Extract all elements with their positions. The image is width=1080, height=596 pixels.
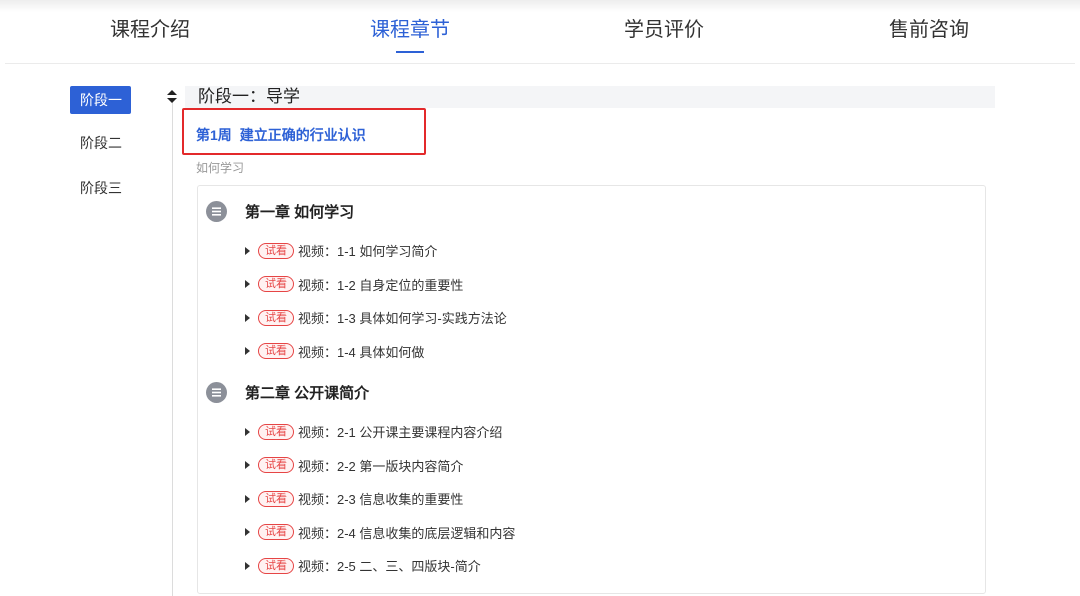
trial-badge: 试看 xyxy=(258,457,294,474)
lesson-label: 视频：1-4 具体如何做 xyxy=(298,344,425,360)
lesson-item-2-1[interactable]: 试看 视频：2-1 公开课主要课程内容介绍 xyxy=(198,415,985,449)
chapter-2: 第二章 公开课简介 试看 视频：2-1 公开课主要课程内容介绍 试看 视频：2-… xyxy=(198,379,985,583)
lesson-item-1-4[interactable]: 试看 视频：1-4 具体如何做 xyxy=(198,335,985,369)
caret-right-icon[interactable] xyxy=(245,461,250,470)
lesson-label: 视频：2-1 公开课主要课程内容介绍 xyxy=(298,425,503,441)
timeline-line xyxy=(172,101,173,596)
lesson-label: 视频：1-2 自身定位的重要性 xyxy=(298,277,464,293)
caret-right-icon[interactable] xyxy=(245,347,250,356)
lesson-item-1-2[interactable]: 试看 视频：1-2 自身定位的重要性 xyxy=(198,268,985,302)
lesson-list: 试看 视频：1-1 如何学习简介 试看 视频：1-2 自身定位的重要性 试看 视… xyxy=(198,234,985,368)
lesson-label: 视频：2-2 第一版块内容简介 xyxy=(298,458,464,474)
lesson-label: 视频：2-5 二、三、四版块-简介 xyxy=(298,559,481,575)
course-tabs: 课程介绍 课程章节 学员评价 售前咨询 xyxy=(0,0,1080,63)
stage-header[interactable] xyxy=(185,86,995,108)
trial-badge: 试看 xyxy=(258,423,294,440)
list-icon xyxy=(206,200,227,222)
caret-right-icon[interactable] xyxy=(245,280,250,289)
chapter-header-1[interactable]: 第一章 如何学习 xyxy=(198,198,985,224)
trial-badge: 试看 xyxy=(258,490,294,507)
stage-title: 阶段一：导学 xyxy=(198,87,300,107)
lesson-item-2-4[interactable]: 试看 视频：2-4 信息收集的底层逻辑和内容 xyxy=(198,516,985,550)
lesson-item-1-3[interactable]: 试看 视频：1-3 具体如何学习-实践方法论 xyxy=(198,301,985,335)
week-subtitle: 如何学习 xyxy=(196,161,245,175)
chapter-title: 第二章 公开课简介 xyxy=(245,384,370,402)
caret-right-icon[interactable] xyxy=(245,246,250,255)
tab-course-chapters[interactable]: 课程章节 xyxy=(330,13,490,53)
lesson-item-2-2[interactable]: 试看 视频：2-2 第一版块内容简介 xyxy=(198,449,985,483)
week-number: 第1周 xyxy=(196,127,232,143)
lesson-label: 视频：2-3 信息收集的重要性 xyxy=(298,492,464,508)
lesson-list: 试看 视频：2-1 公开课主要课程内容介绍 试看 视频：2-2 第一版块内容简介… xyxy=(198,415,985,583)
lesson-item-2-3[interactable]: 试看 视频：2-3 信息收集的重要性 xyxy=(198,482,985,516)
trial-badge: 试看 xyxy=(258,309,294,326)
sort-icon[interactable] xyxy=(167,90,177,104)
trial-badge: 试看 xyxy=(258,557,294,574)
list-icon xyxy=(206,381,227,403)
nav-divider xyxy=(5,63,1075,64)
tab-student-reviews[interactable]: 学员评价 xyxy=(584,13,744,47)
stage-item-3[interactable]: 阶段三 xyxy=(70,174,131,202)
week-title: 第1周 建立正确的行业认识 xyxy=(196,125,366,145)
tab-course-intro[interactable]: 课程介绍 xyxy=(70,13,230,47)
chapter-list: 第一章 如何学习 试看 视频：1-1 如何学习简介 试看 视频：1-2 自身定位… xyxy=(197,185,986,594)
trial-badge: 试看 xyxy=(258,276,294,293)
lesson-label: 视频：1-3 具体如何学习-实践方法论 xyxy=(298,311,507,327)
caret-right-icon[interactable] xyxy=(245,561,250,570)
chapter-1: 第一章 如何学习 试看 视频：1-1 如何学习简介 试看 视频：1-2 自身定位… xyxy=(198,198,985,368)
stage-item-2[interactable]: 阶段二 xyxy=(70,129,131,157)
chapter-title: 第一章 如何学习 xyxy=(245,203,355,221)
stage-item-1[interactable]: 阶段一 xyxy=(70,86,131,114)
trial-badge: 试看 xyxy=(258,524,294,541)
tab-presale-consult[interactable]: 售前咨询 xyxy=(849,13,1009,47)
chapter-header-2[interactable]: 第二章 公开课简介 xyxy=(198,379,985,405)
caret-right-icon[interactable] xyxy=(245,528,250,537)
caret-right-icon[interactable] xyxy=(245,427,250,436)
lesson-item-2-5[interactable]: 试看 视频：2-5 二、三、四版块-简介 xyxy=(198,549,985,583)
week-name: 建立正确的行业认识 xyxy=(239,127,366,143)
caret-right-icon[interactable] xyxy=(245,313,250,322)
trial-badge: 试看 xyxy=(258,343,294,360)
trial-badge: 试看 xyxy=(258,242,294,259)
caret-right-icon[interactable] xyxy=(245,494,250,503)
lesson-label: 视频：1-1 如何学习简介 xyxy=(298,244,438,260)
lesson-item-1-1[interactable]: 试看 视频：1-1 如何学习简介 xyxy=(198,234,985,268)
lesson-label: 视频：2-4 信息收集的底层逻辑和内容 xyxy=(298,525,516,541)
